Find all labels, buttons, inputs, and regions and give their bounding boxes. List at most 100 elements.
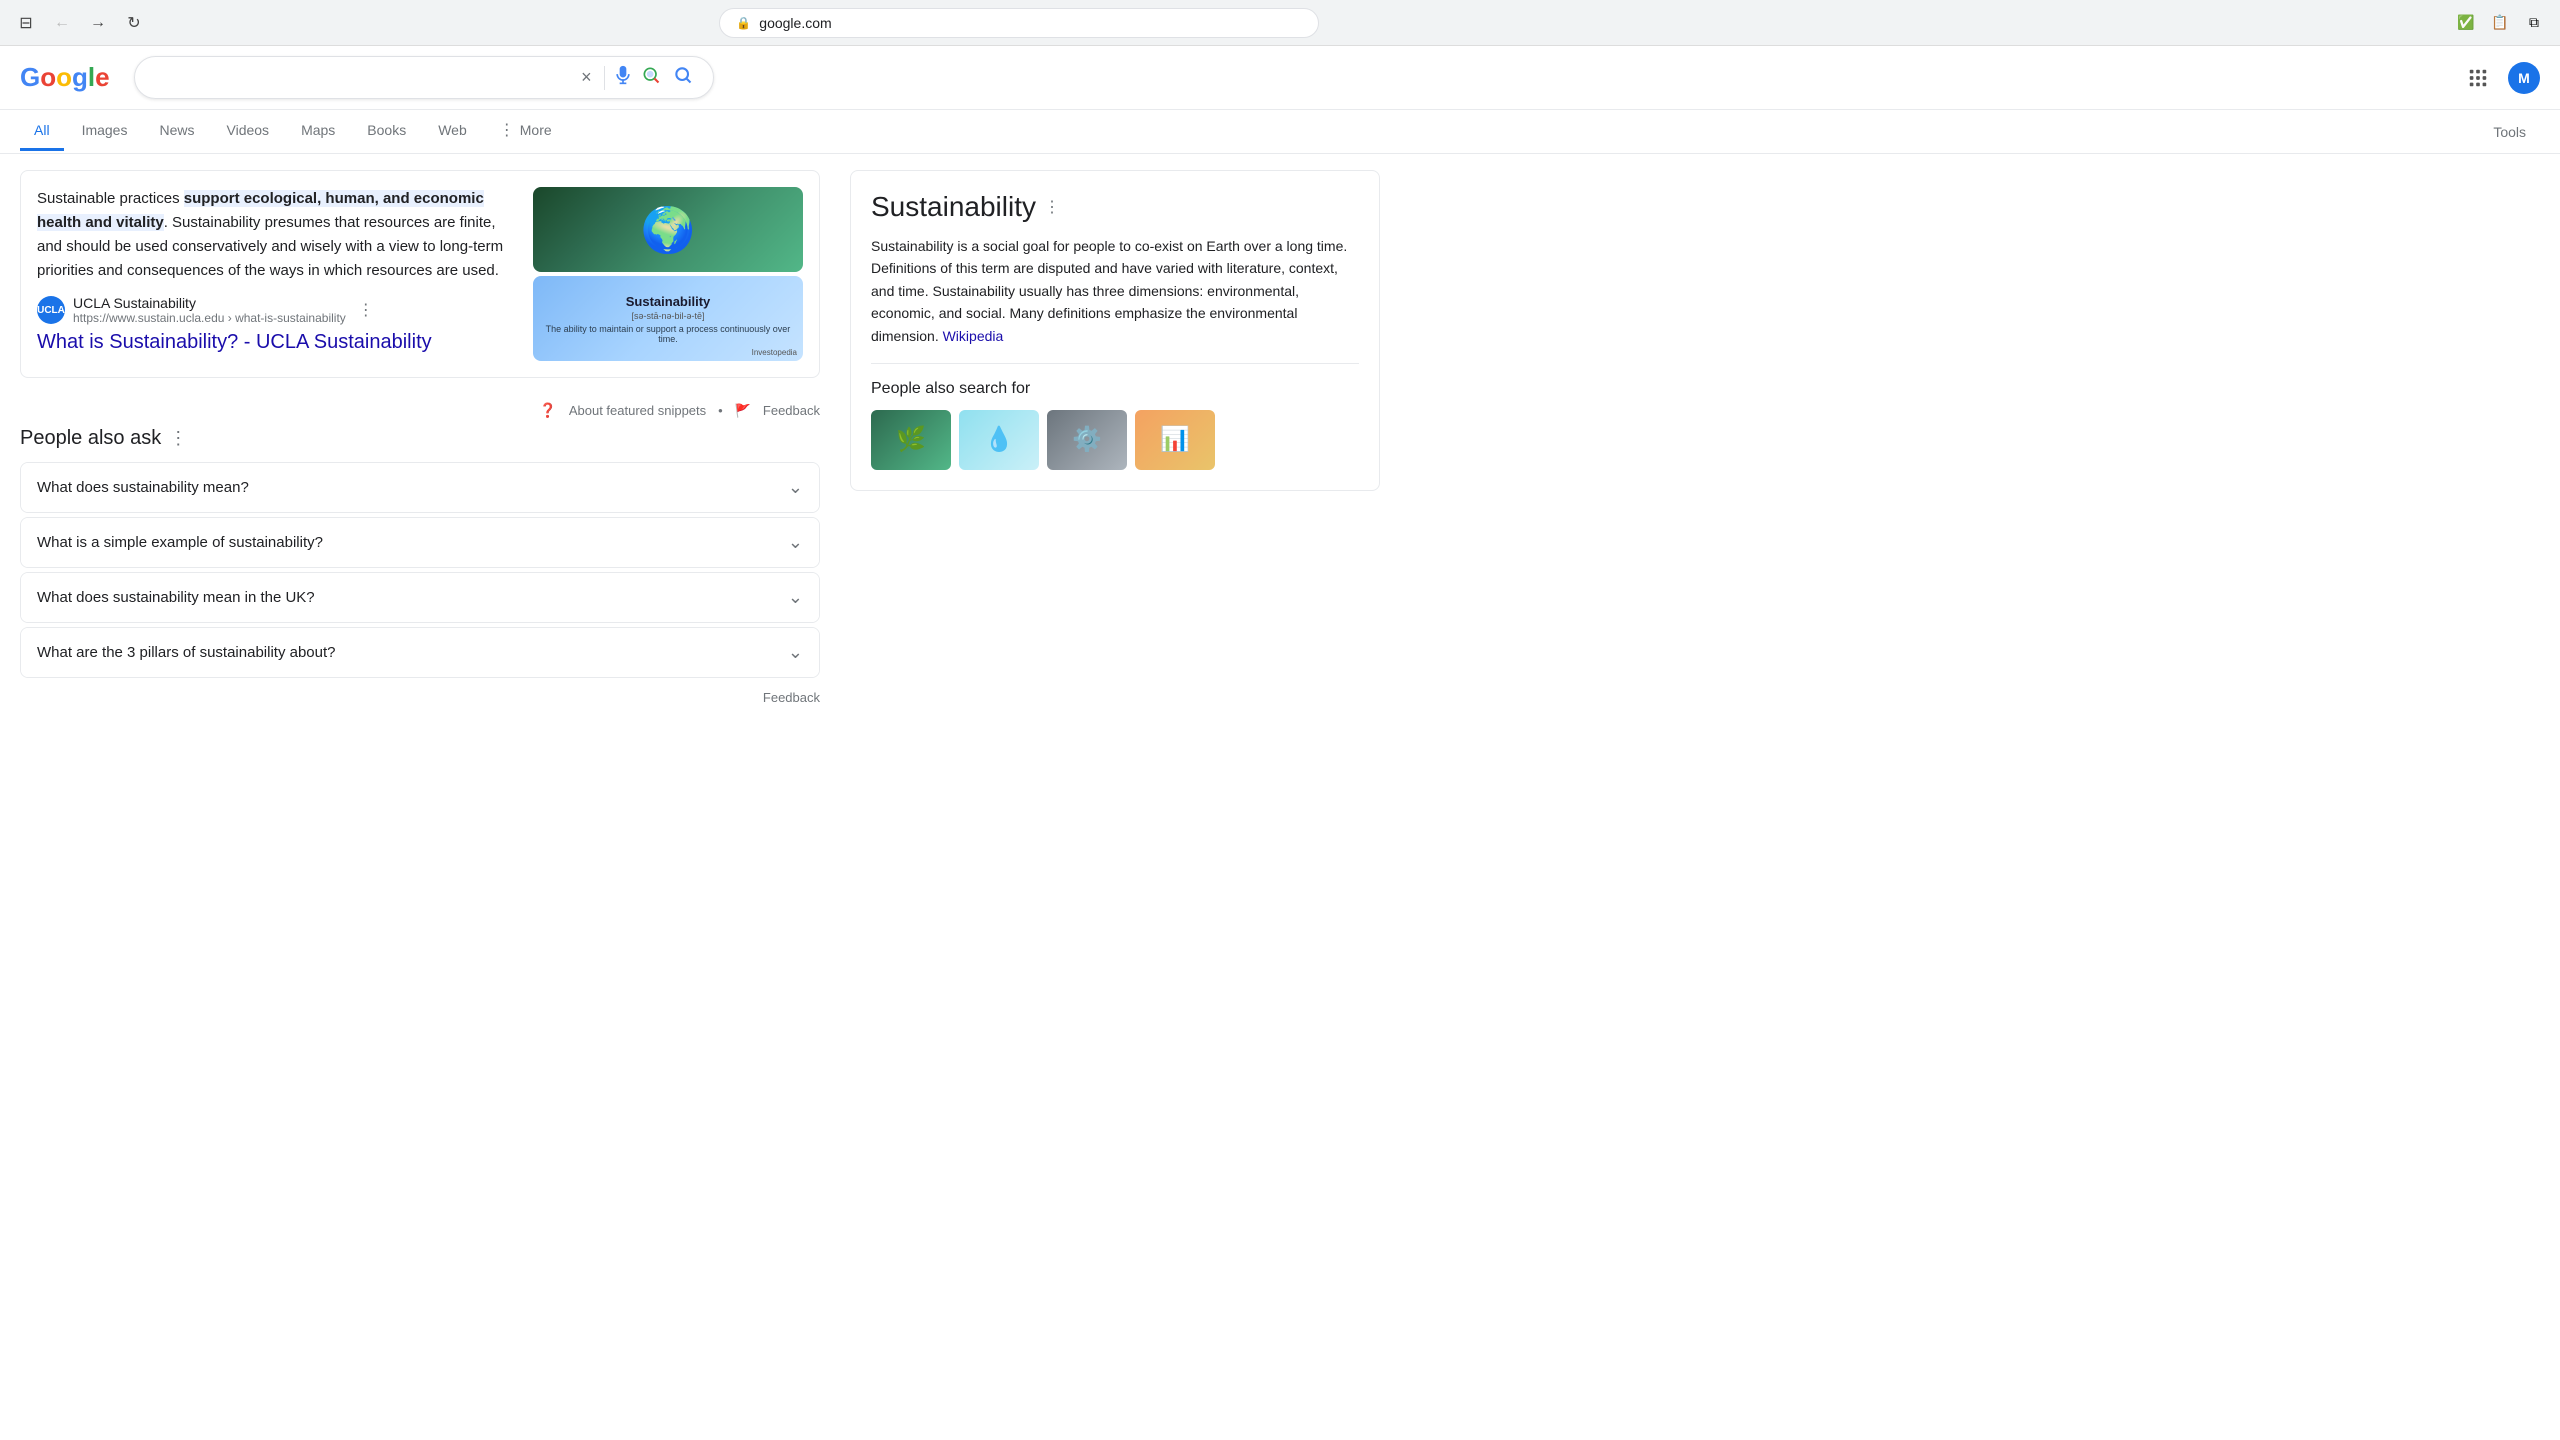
sidebar-toggle-btn[interactable]: ⊟ [12,9,40,37]
kp-description: Sustainability is a social goal for peop… [871,235,1359,347]
tab-images[interactable]: Images [68,112,142,151]
feedback-separator: • [718,403,723,418]
source-name: UCLA Sustainability [73,295,346,311]
kp-thumb-2[interactable]: 💧 [959,410,1039,470]
source-url: https://www.sustain.ucla.edu › what-is-s… [73,311,346,325]
people-ask-title: People also ask [20,427,161,450]
globe-icon: 🌍 [641,204,696,256]
faq-question-3[interactable]: What does sustainability mean in the UK?… [21,573,819,622]
tab-btn[interactable]: ⧉ [2520,9,2548,37]
faq-item-1: What does sustainability mean? ⌄ [20,462,820,513]
snippet-link[interactable]: What is Sustainability? - UCLA Sustainab… [37,331,513,354]
kp-wikipedia-link[interactable]: Wikipedia [943,328,1004,344]
kp-section-title: People also search for [871,380,1359,398]
people-ask-more-btn[interactable]: ⋮ [169,428,187,449]
tab-books[interactable]: Books [353,112,420,151]
logo-g2: g [72,62,88,92]
featured-snippet: Sustainable practices support ecological… [20,170,820,378]
faq-item-3: What does sustainability mean in the UK?… [20,572,820,623]
search-button[interactable] [669,65,697,90]
faq-question-1-text: What does sustainability mean? [37,479,249,496]
search-divider [604,66,605,90]
tab-videos-label: Videos [227,122,270,138]
main-content: Sustainable practices support ecological… [0,154,1400,745]
img-info-source: Investopedia [752,348,797,357]
extension-btn-2[interactable]: 📋 [2486,9,2514,37]
source-more-options-btn[interactable]: ⋮ [354,298,378,322]
img-info-definition: The ability to maintain or support a pro… [541,324,795,344]
tab-all-label: All [34,122,50,138]
tab-videos[interactable]: Videos [213,112,284,151]
snippet-text: Sustainable practices support ecological… [37,187,513,361]
tools-tab[interactable]: Tools [2479,114,2540,150]
tab-maps-label: Maps [301,122,335,138]
faq-chevron-2: ⌄ [788,532,803,553]
url-text: google.com [759,15,831,31]
faq-question-4[interactable]: What are the 3 pillars of sustainability… [21,628,819,677]
lens-button[interactable] [641,65,661,90]
about-snippets-link[interactable]: About featured snippets [569,403,706,418]
faq-item-4: What are the 3 pillars of sustainability… [20,627,820,678]
faq-question-1[interactable]: What does sustainability mean? ⌄ [21,463,819,512]
people-ask-header: People also ask ⋮ [20,427,820,450]
tab-all[interactable]: All [20,112,64,151]
source-info: UCLA Sustainability https://www.sustain.… [73,295,346,325]
forward-btn[interactable]: → [84,9,112,37]
faq-question-2[interactable]: What is a simple example of sustainabili… [21,518,819,567]
tab-news[interactable]: News [145,112,208,151]
snippet-image-info[interactable]: Sustainability [sə-stā-nə-bil-ə-tē] The … [533,276,803,361]
search-tabs: All Images News Videos Maps Books Web ⋮ … [0,110,2560,154]
browser-controls: ⊟ ← → ↻ [12,9,148,37]
faq-question-4-text: What are the 3 pillars of sustainability… [37,644,336,661]
kp-title-row: Sustainability ⋮ [871,191,1359,223]
address-bar[interactable]: 🔒 google.com [719,8,1319,38]
knowledge-panel: Sustainability ⋮ Sustainability is a soc… [850,170,1380,491]
right-column: Sustainability ⋮ Sustainability is a soc… [850,170,1380,729]
tab-news-label: News [159,122,194,138]
snippet-images: 🌍 Sustainability [sə-stā-nə-bil-ə-tē] Th… [533,187,803,361]
avatar[interactable]: M [2508,62,2540,94]
bottom-feedback-label[interactable]: Feedback [763,690,820,705]
logo-o2: o [56,62,72,92]
snippet-source: UCLA UCLA Sustainability https://www.sus… [37,295,513,325]
kp-thumb-3[interactable]: ⚙️ [1047,410,1127,470]
clear-search-button[interactable]: × [577,67,596,88]
logo-o1: o [40,62,56,92]
reload-btn[interactable]: ↻ [120,9,148,37]
header-right: M [2460,60,2540,96]
kp-more-btn[interactable]: ⋮ [1044,197,1060,217]
tab-web[interactable]: Web [424,112,481,151]
left-column: Sustainable practices support ecological… [20,170,820,729]
feedback-icon: 🚩 [735,403,751,419]
kp-thumb-4[interactable]: 📊 [1135,410,1215,470]
source-logo: UCLA [37,296,65,324]
faq-chevron-3: ⌄ [788,587,803,608]
apps-button[interactable] [2460,60,2496,96]
search-input[interactable]: sustainability [151,69,569,87]
mic-button[interactable] [613,65,633,90]
kp-images: 🌿 💧 ⚙️ 📊 [871,410,1359,470]
snippet-image-nature[interactable]: 🌍 [533,187,803,272]
snippet-text-before: Sustainable practices [37,190,184,207]
tab-books-label: Books [367,122,406,138]
logo-g: G [20,62,40,92]
tab-maps[interactable]: Maps [287,112,349,151]
lock-icon: 🔒 [736,16,751,30]
more-dots-icon: ⋮ [499,120,515,140]
kp-thumb-1[interactable]: 🌿 [871,410,951,470]
faq-question-2-text: What is a simple example of sustainabili… [37,534,323,551]
people-also-ask: People also ask ⋮ What does sustainabili… [20,427,820,713]
feedback-link[interactable]: Feedback [763,403,820,418]
tab-more[interactable]: ⋮ More [485,110,566,153]
google-logo: Google [20,62,110,93]
kp-title-text: Sustainability [871,191,1036,223]
search-bar[interactable]: sustainability × [134,56,714,99]
faq-question-3-text: What does sustainability mean in the UK? [37,589,315,606]
logo-e: e [95,62,109,92]
faq-item-2: What is a simple example of sustainabili… [20,517,820,568]
browser-right-controls: ✅ 📋 ⧉ [2452,9,2548,37]
back-btn[interactable]: ← [48,9,76,37]
extension-btn-1[interactable]: ✅ [2452,9,2480,37]
faq-chevron-4: ⌄ [788,642,803,663]
tab-images-label: Images [82,122,128,138]
